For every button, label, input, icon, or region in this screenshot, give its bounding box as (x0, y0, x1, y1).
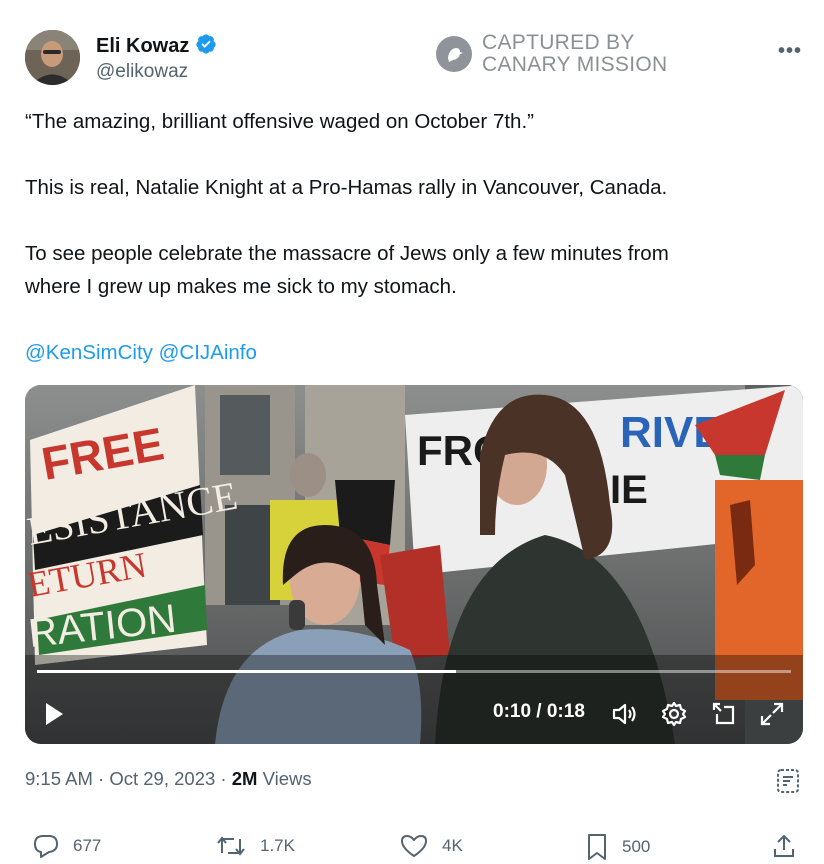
tweet-text-line-2: This is real, Natalie Knight at a Pro-Ha… (25, 176, 668, 199)
fullscreen-icon[interactable] (759, 701, 785, 732)
video-progress-fill (37, 670, 456, 673)
share-button[interactable] (772, 833, 796, 859)
tweet-date[interactable]: Oct 29, 2023 (109, 768, 215, 789)
video-progress-bar[interactable] (37, 670, 791, 673)
bookmark-count: 500 (622, 837, 651, 856)
canary-logo-icon (436, 36, 472, 72)
video-player[interactable]: FREE ESISTANCE ETURN RATION FROM RIVER I… (25, 385, 803, 744)
settings-gear-icon[interactable] (661, 701, 687, 732)
play-icon[interactable] (43, 701, 65, 732)
bookmark-icon (588, 834, 606, 860)
more-options-icon[interactable]: ••• (778, 40, 802, 63)
volume-icon[interactable] (611, 701, 637, 732)
author-name[interactable]: Eli Kowaz (96, 35, 189, 58)
bookmark-button[interactable]: 500 (586, 833, 650, 861)
repost-count: 1.7K (260, 836, 295, 855)
picture-in-picture-icon[interactable] (711, 701, 737, 732)
like-button[interactable]: 4K (400, 833, 463, 859)
tweet-text-line-3: To see people celebrate the massacre of … (25, 242, 669, 265)
watermark: CAPTURED BY CANARY MISSION (436, 32, 667, 76)
video-time: 0:10 / 0:18 (493, 701, 585, 722)
mention-link[interactable]: @CIJAinfo (159, 341, 257, 364)
watermark-line-1: CAPTURED BY (482, 31, 635, 54)
reply-count: 677 (73, 836, 102, 855)
tweet-time[interactable]: 9:15 AM (25, 768, 93, 789)
tweet-mentions: @KenSimCity @CIJAinfo (25, 336, 257, 369)
reply-icon (34, 835, 58, 858)
analytics-icon[interactable] (776, 768, 800, 799)
tweet-meta: 9:15 AM · Oct 29, 2023 · 2M Views (25, 768, 312, 789)
like-count: 4K (442, 836, 463, 855)
repost-icon (217, 836, 245, 856)
repost-button[interactable]: 1.7K (216, 833, 295, 859)
watermark-line-2: CANARY MISSION (482, 53, 668, 76)
tweet-text-line-1: “The amazing, brilliant offensive waged … (25, 110, 534, 133)
reply-button[interactable]: 677 (33, 833, 101, 859)
author-handle[interactable]: @elikowaz (96, 61, 188, 83)
share-icon (774, 834, 794, 857)
views-count: 2M (231, 768, 258, 789)
author-avatar[interactable] (25, 30, 80, 85)
views-label: Views (262, 768, 312, 789)
mention-link[interactable]: @KenSimCity (25, 341, 153, 364)
video-frame: FREE ESISTANCE ETURN RATION FROM RIVER I… (25, 385, 803, 744)
heart-icon (401, 835, 427, 857)
verified-badge-icon (195, 33, 217, 60)
sign-right-text-3: IE (610, 468, 648, 512)
avatar-image (25, 30, 80, 85)
tweet-text-line-4: where I grew up makes me sick to my stom… (25, 275, 457, 298)
